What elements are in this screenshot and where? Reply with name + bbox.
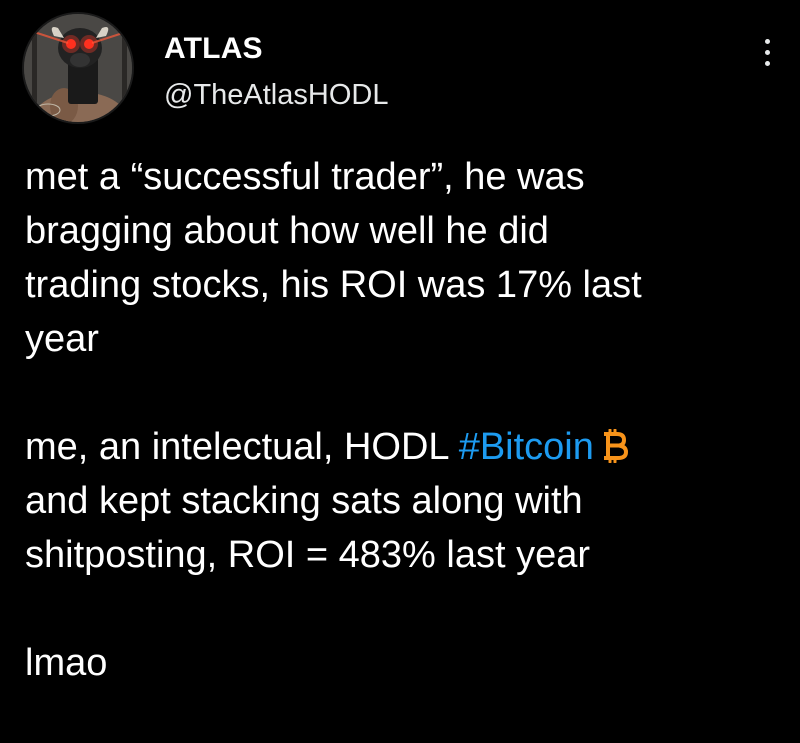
user-names: ATLAS @TheAtlasHODL [164, 32, 388, 112]
tweet-card: ATLAS @TheAtlasHODL met a “successful tr… [0, 0, 800, 743]
tweet-paragraph-1: met a “successful trader”, he was braggi… [25, 150, 780, 366]
tweet-line: shitposting, ROI = 483% last year [25, 534, 591, 576]
tweet-line: year [25, 318, 99, 360]
display-name[interactable]: ATLAS [164, 32, 388, 66]
tweet-line-text: me, an intelectual, HODL [25, 426, 459, 468]
tweet-line: and kept stacking sats along with [25, 480, 583, 522]
hashtag-bitcoin-link[interactable]: #Bitcoin [459, 426, 594, 468]
more-options-dot [764, 38, 770, 44]
bitcoin-icon [600, 424, 628, 464]
tweet-paragraph-2: me, an intelectual, HODL #Bitcoin and ke… [25, 420, 780, 582]
tweet-line: trading stocks, his ROI was 17% last [25, 264, 642, 306]
more-options-dot [764, 60, 770, 66]
tweet-text: met a “successful trader”, he was braggi… [25, 150, 780, 690]
tweet-paragraph-3: lmao [25, 636, 780, 690]
tweet-header: ATLAS @TheAtlasHODL [22, 12, 782, 124]
tweet-line: me, an intelectual, HODL #Bitcoin [25, 426, 628, 468]
more-options-icon[interactable] [752, 30, 782, 74]
profile-photo-icon[interactable] [22, 12, 134, 124]
user-handle[interactable]: @TheAtlasHODL [164, 78, 388, 112]
tweet-line: met a “successful trader”, he was [25, 156, 585, 198]
tweet-line: lmao [25, 642, 108, 684]
tweet-line: bragging about how well he did [25, 210, 549, 252]
more-options-dot [764, 49, 770, 55]
